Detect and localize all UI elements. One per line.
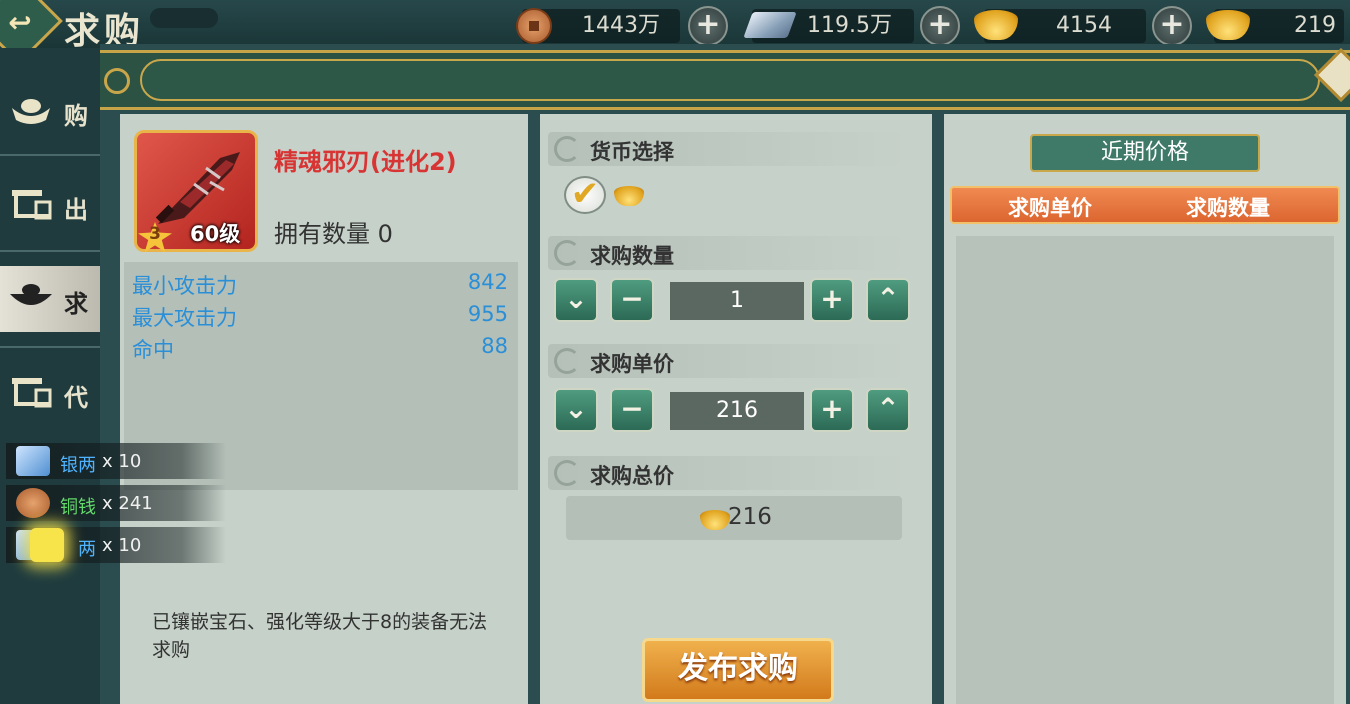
stat-label: 最小攻击力 bbox=[132, 274, 237, 298]
reward-name: 银两 bbox=[60, 455, 96, 476]
sidebar-divider bbox=[0, 346, 100, 348]
reward-name: 两 bbox=[78, 539, 96, 560]
panel-banner bbox=[100, 50, 1350, 110]
corner-swirl-icon bbox=[104, 68, 130, 94]
add-copper-button[interactable]: + bbox=[688, 6, 728, 46]
swirl-icon bbox=[554, 240, 580, 266]
stall-icon bbox=[12, 190, 52, 220]
stall-icon bbox=[12, 378, 52, 408]
sidebar-item-label: 购 bbox=[64, 102, 88, 130]
sidebar-item-request[interactable]: 求 bbox=[0, 266, 108, 332]
item-name: 精魂邪刃(进化2) bbox=[274, 148, 457, 176]
currency-gold-value: 4154 bbox=[1056, 13, 1112, 38]
currency-copper-value: 1443万 bbox=[582, 13, 660, 38]
column-header-unit-price: 求购单价 bbox=[1008, 196, 1092, 220]
sidebar-divider bbox=[0, 154, 100, 156]
currency-silver-value: 119.5万 bbox=[807, 13, 892, 38]
swirl-icon bbox=[554, 460, 580, 486]
stat-value: 955 bbox=[467, 302, 508, 326]
quantity-plus-button[interactable]: + bbox=[810, 278, 854, 322]
quantity-minus-button[interactable]: − bbox=[610, 278, 654, 322]
swirl-icon bbox=[554, 136, 580, 162]
quantity-label: 求购数量 bbox=[590, 244, 674, 268]
sidebar-item-label: 代 bbox=[64, 384, 88, 412]
reward-qty: x 10 bbox=[102, 451, 142, 472]
notice-text: 已镶嵌宝石、强化等级大于8的装备无法求购 bbox=[152, 611, 488, 661]
reward-name: 铜钱 bbox=[60, 497, 96, 518]
price-minus-button[interactable]: − bbox=[610, 388, 654, 432]
sidebar-item-agent[interactable]: 代 bbox=[0, 362, 108, 426]
silver-ingot-icon bbox=[16, 446, 50, 476]
column-header-quantity: 求购数量 bbox=[1186, 196, 1270, 220]
stat-label: 最大攻击力 bbox=[132, 306, 237, 330]
ingot-icon bbox=[12, 99, 50, 124]
copper-coin-icon bbox=[16, 488, 50, 518]
owned-count: 拥有数量 0 bbox=[274, 220, 393, 248]
currency-select-label: 货币选择 bbox=[590, 140, 674, 164]
price-input[interactable]: 216 bbox=[670, 392, 804, 430]
title-decoration bbox=[150, 8, 218, 28]
total-price-label: 求购总价 bbox=[590, 464, 674, 488]
quantity-min-button[interactable]: ⌄ bbox=[554, 278, 598, 322]
sidebar-item-buy[interactable]: 购 bbox=[0, 80, 108, 144]
price-plus-button[interactable]: + bbox=[810, 388, 854, 432]
quantity-max-button[interactable]: ⌃ bbox=[866, 278, 910, 322]
publish-request-button[interactable]: 发布求购 bbox=[642, 638, 834, 702]
sidebar-item-sell[interactable]: 出 bbox=[0, 174, 108, 238]
recent-prices-list[interactable] bbox=[956, 236, 1334, 704]
sword-icon bbox=[155, 152, 240, 224]
banner-frame bbox=[140, 59, 1320, 101]
price-min-button[interactable]: ⌄ bbox=[554, 388, 598, 432]
unit-price-label: 求购单价 bbox=[590, 352, 674, 376]
quantity-input[interactable]: 1 bbox=[670, 282, 804, 320]
add-gold-button[interactable]: + bbox=[1152, 6, 1192, 46]
swirl-icon bbox=[554, 348, 580, 374]
currency-checkbox[interactable]: ✔ bbox=[564, 176, 606, 214]
total-price-value: 216 bbox=[728, 504, 772, 530]
reward-toast: 铜钱 x 241 bbox=[6, 485, 226, 521]
sidebar-divider bbox=[0, 250, 100, 252]
sparkle-icon bbox=[30, 528, 64, 562]
stat-value: 842 bbox=[467, 270, 508, 294]
price-max-button[interactable]: ⌃ bbox=[866, 388, 910, 432]
reward-qty: x 241 bbox=[102, 493, 153, 514]
add-silver-button[interactable]: + bbox=[920, 6, 960, 46]
sidebar-item-label: 求 bbox=[64, 290, 88, 318]
reward-qty: x 10 bbox=[102, 535, 142, 556]
back-icon: ↩ bbox=[8, 6, 32, 39]
recent-prices-tab[interactable]: 近期价格 bbox=[1030, 134, 1260, 172]
item-level: 60级 bbox=[190, 222, 241, 246]
reward-toast: 银两 x 10 bbox=[6, 443, 226, 479]
sidebar-item-label: 出 bbox=[64, 196, 88, 224]
bowl-ingot-icon bbox=[10, 284, 52, 305]
stat-label: 命中 bbox=[132, 338, 174, 362]
currency-bound-gold-value: 219 bbox=[1294, 13, 1336, 38]
stat-value: 88 bbox=[481, 334, 508, 358]
item-star-count: 3 bbox=[149, 224, 161, 244]
